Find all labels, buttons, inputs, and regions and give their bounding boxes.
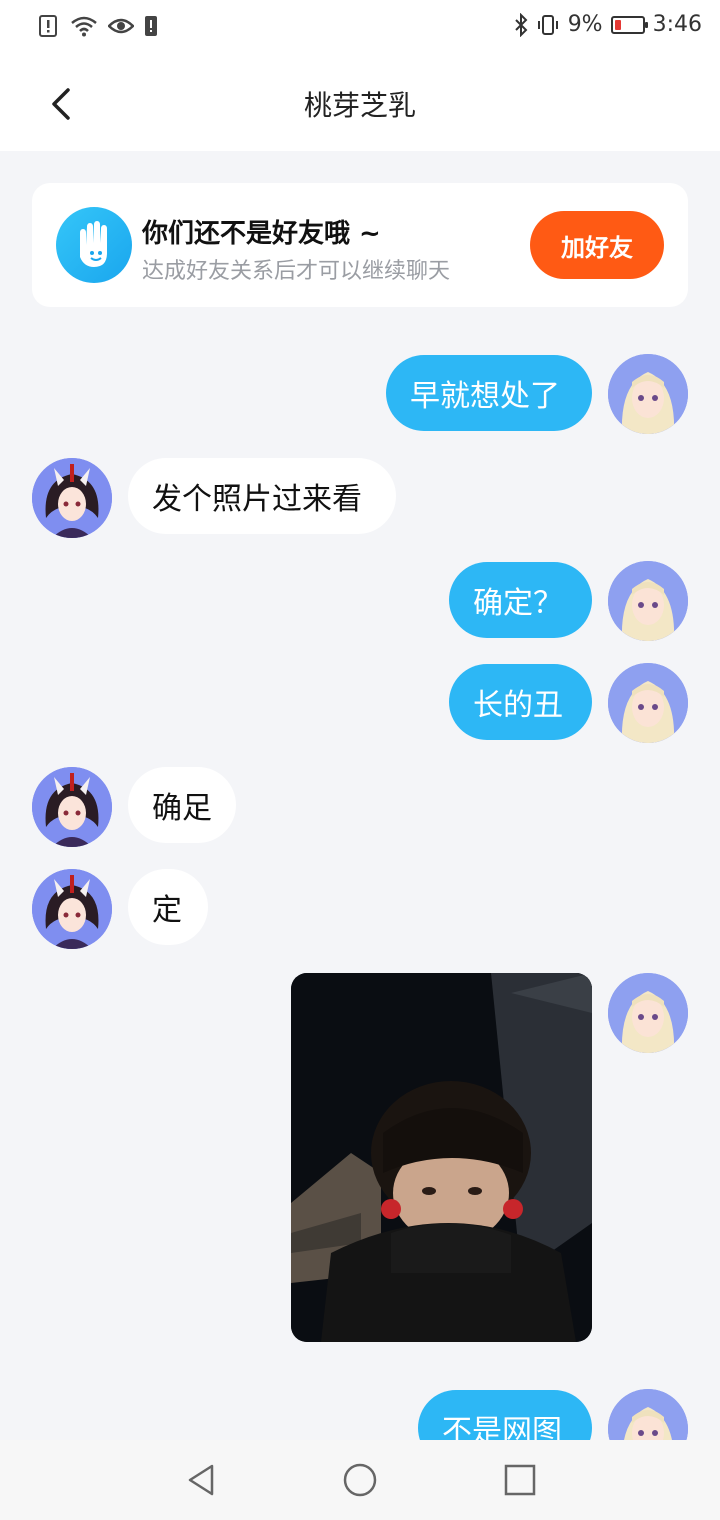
not-friend-notice: 你们还不是好友哦 ~ 达成好友关系后才可以继续聊天 加好友 [32,183,688,307]
message-bubble-sent[interactable]: 早就想处了 [386,355,592,431]
hand-wave-icon [56,207,132,283]
nav-home-button[interactable] [340,1460,380,1500]
nav-back-button[interactable] [182,1460,222,1500]
warning-icon [145,16,157,36]
message-bubble-sent[interactable]: 确定？ [449,562,592,638]
bluetooth-icon [514,12,528,37]
add-friend-button[interactable]: 加好友 [530,211,664,279]
message-bubble-received[interactable]: 定 [128,869,208,945]
message-bubble-sent[interactable]: 长的丑 [449,664,592,740]
status-left-icons [38,14,158,38]
vibrate-icon [537,14,558,35]
avatar-contact[interactable] [32,458,112,538]
notice-subtitle: 达成好友关系后才可以继续聊天 [142,259,451,284]
avatar-self[interactable] [608,561,688,641]
nav-recent-icon [504,1464,536,1496]
notice-title: 你们还不是好友哦 ~ [142,219,381,249]
alert-icon [39,15,57,37]
status-time: 3:46 [652,12,702,37]
battery-icon [610,15,648,34]
wifi-icon [71,16,97,37]
message-bubble-received[interactable]: 确足 [128,767,236,843]
nav-home-icon [343,1463,377,1497]
avatar-contact[interactable] [32,767,112,847]
system-nav-bar [0,1440,720,1520]
chat-header: 桃芽芝乳 [0,56,720,151]
status-right-icons: 9% 3:46 [514,12,702,37]
avatar-contact[interactable] [32,869,112,949]
message-photo[interactable] [291,973,592,1342]
avatar-self[interactable] [608,973,688,1053]
battery-percent: 9% [567,12,603,37]
eye-icon [108,18,134,34]
nav-back-icon [188,1464,214,1496]
status-bar: 9% 3:46 [0,0,720,56]
message-bubble-received[interactable]: 发个照片过来看 [128,458,396,534]
nav-recent-button[interactable] [500,1460,540,1500]
avatar-self[interactable] [608,354,688,434]
avatar-self[interactable] [608,663,688,743]
chat-title: 桃芽芝乳 [303,89,416,122]
